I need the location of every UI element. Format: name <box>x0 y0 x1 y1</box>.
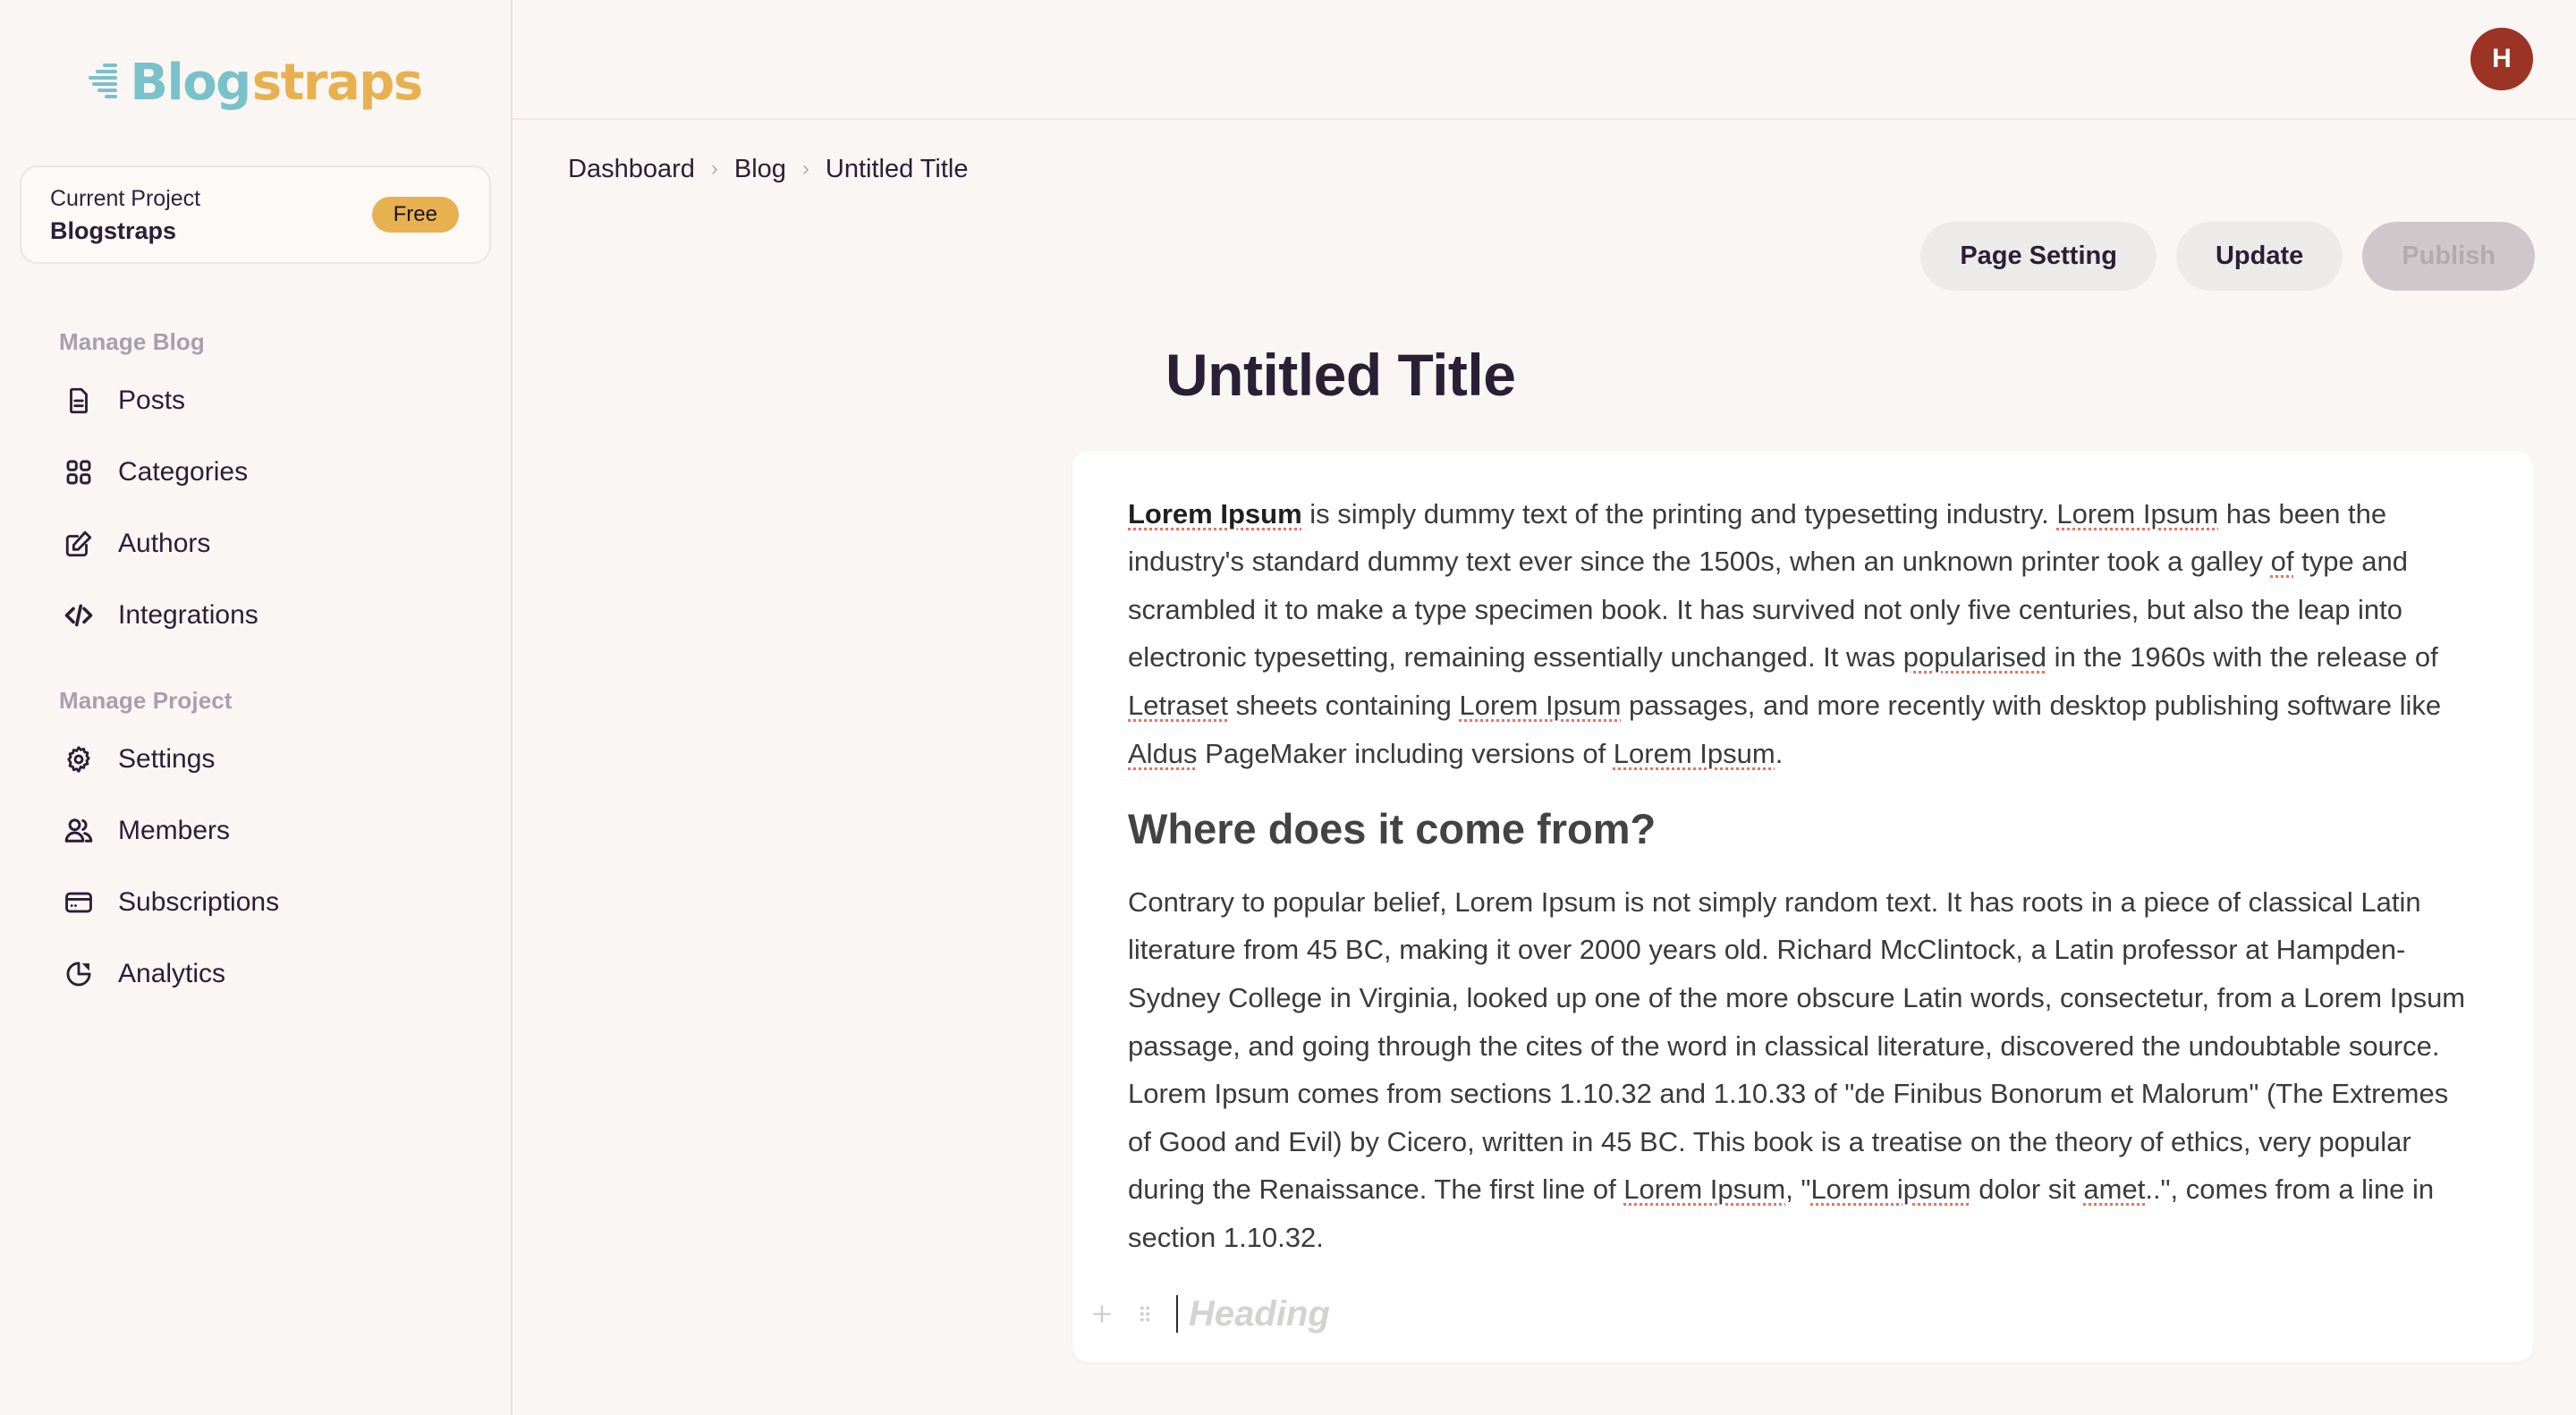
editor-heading-2[interactable]: Where does it come from? <box>1128 804 2478 854</box>
logo-text-blog: Blog <box>130 53 251 112</box>
logo[interactable]: Blog straps <box>0 0 511 165</box>
sidebar-item-integrations[interactable]: Integrations <box>0 580 511 651</box>
current-project-label: Current Project <box>50 185 201 211</box>
nav-list-manage-blog: Posts Categories Authors Integrations <box>0 365 511 651</box>
paragraph-text: , " <box>1785 1174 1811 1206</box>
editor-paragraph-1[interactable]: Lorem Ipsum is simply dummy text of the … <box>1128 490 2478 778</box>
sidebar-item-authors[interactable]: Authors <box>0 508 511 580</box>
spellcheck-word: Lorem ipsum <box>1810 1174 1971 1206</box>
spellcheck-word: amet <box>2083 1174 2146 1206</box>
drag-handle-icon[interactable] <box>1130 1299 1160 1329</box>
spellcheck-word: Lorem Ipsum <box>1459 690 1622 722</box>
nav-section-title-manage-blog: Manage Blog <box>59 328 205 355</box>
spellcheck-word: Aldus <box>1128 737 1198 769</box>
editor-empty-block[interactable]: Heading <box>1087 1289 2478 1339</box>
pie-chart-icon <box>61 956 97 992</box>
app-root: Blog straps Current Project Blogstraps Fr… <box>0 0 2576 1415</box>
breadcrumb-item-dashboard[interactable]: Dashboard <box>568 156 695 182</box>
sidebar-item-label: Members <box>118 816 231 845</box>
paragraph-text: in the 1960s with the release of <box>2046 641 2438 674</box>
paragraph-text: PageMaker including versions of <box>1197 737 1614 769</box>
spellcheck-word: Letraset <box>1128 690 1229 722</box>
breadcrumb-item-current: Untitled Title <box>825 154 969 183</box>
paragraph-text: Contrary to popular belief, Lorem Ipsum … <box>1128 885 2466 1206</box>
avatar[interactable]: H <box>2470 28 2533 90</box>
sidebar-item-categories[interactable]: Categories <box>0 436 511 508</box>
spellcheck-word: Lorem Ipsum <box>2056 497 2219 530</box>
chevron-right-icon: › <box>710 157 718 181</box>
sidebar: Blog straps Current Project Blogstraps Fr… <box>0 0 513 1415</box>
current-project-card[interactable]: Current Project Blogstraps Free <box>20 165 491 264</box>
paragraph-text: dolor sit <box>1970 1174 2084 1206</box>
logo-text-straps: straps <box>251 53 423 112</box>
breadcrumb: Dashboard › Blog › Untitled Title <box>513 120 2576 184</box>
page-title[interactable]: Untitled Title <box>513 291 2576 408</box>
breadcrumb-item-blog[interactable]: Blog <box>734 156 786 182</box>
logo-speedlines-icon <box>89 59 128 106</box>
sidebar-item-label: Integrations <box>118 600 258 630</box>
publish-button[interactable]: Publish <box>2362 222 2535 291</box>
paragraph-lead-text: Lorem Ipsum <box>1128 497 1302 530</box>
users-icon <box>61 813 97 849</box>
credit-card-icon <box>61 885 97 920</box>
code-icon <box>61 597 97 633</box>
document-icon <box>61 383 97 419</box>
nav-section-title-manage-project: Manage Project <box>59 687 233 714</box>
spellcheck-word: popularised <box>1902 641 2047 674</box>
action-bar: Page Setting Update Publish <box>513 184 2576 291</box>
plus-icon[interactable] <box>1087 1299 1117 1329</box>
spellcheck-word: of <box>2270 546 2294 578</box>
sidebar-item-label: Settings <box>118 744 216 774</box>
main-content: H Dashboard › Blog › Untitled Title Page… <box>513 0 2576 1415</box>
update-button[interactable]: Update <box>2175 222 2343 291</box>
sidebar-item-label: Posts <box>118 386 186 415</box>
page-setting-button[interactable]: Page Setting <box>1920 222 2157 291</box>
editor-paragraph-2[interactable]: Contrary to popular belief, Lorem Ipsum … <box>1128 878 2478 1262</box>
sidebar-item-subscriptions[interactable]: Subscriptions <box>0 867 511 938</box>
current-project-name: Blogstraps <box>50 216 177 244</box>
chevron-right-icon: › <box>801 157 809 181</box>
text-caret <box>1176 1294 1178 1333</box>
sidebar-item-settings[interactable]: Settings <box>0 724 511 795</box>
editor-card[interactable]: Lorem Ipsum is simply dummy text of the … <box>1072 450 2533 1362</box>
topbar: H <box>513 0 2576 120</box>
paragraph-text: sheets containing <box>1228 690 1460 722</box>
sidebar-item-label: Analytics <box>118 959 226 988</box>
sidebar-item-members[interactable]: Members <box>0 795 511 867</box>
sidebar-item-posts[interactable]: Posts <box>0 365 511 436</box>
sidebar-item-label: Authors <box>118 529 211 558</box>
spellcheck-word: Lorem Ipsum <box>1613 737 1775 769</box>
sidebar-item-analytics[interactable]: Analytics <box>0 938 511 1010</box>
plan-badge: Free <box>371 197 459 233</box>
sidebar-item-label: Categories <box>118 457 249 487</box>
paragraph-text: is simply dummy text of the printing and… <box>1301 497 2057 530</box>
sidebar-item-label: Subscriptions <box>118 887 280 917</box>
paragraph-text: . <box>1775 737 1784 769</box>
spellcheck-word: Lorem Ipsum <box>1623 1174 1786 1206</box>
block-placeholder: Heading <box>1189 1293 1330 1334</box>
paragraph-text: passages, and more recently with desktop… <box>1621 690 2442 722</box>
grid-icon <box>61 454 97 490</box>
nav-list-manage-project: Settings Members Subscriptions Analytics <box>0 724 511 1010</box>
gear-icon <box>61 741 97 777</box>
edit-square-icon <box>61 526 97 562</box>
